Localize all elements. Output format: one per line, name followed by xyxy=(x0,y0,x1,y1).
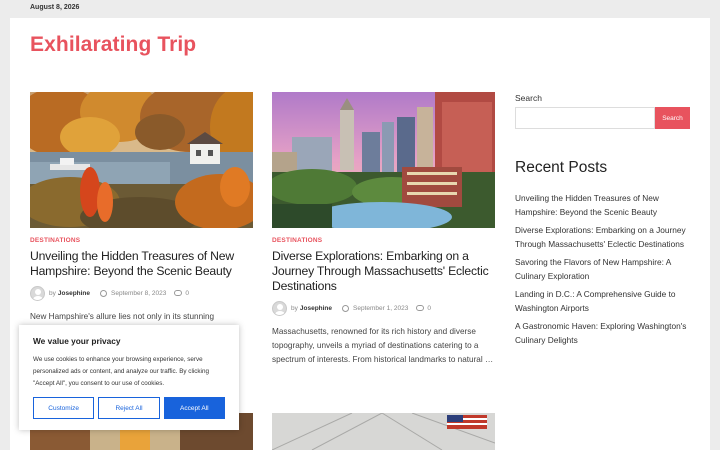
post-author[interactable]: Josephine xyxy=(58,290,90,297)
post-category[interactable]: DESTINATIONS xyxy=(272,237,495,244)
post-title[interactable]: Unveiling the Hidden Treasures of New Ha… xyxy=(30,249,253,279)
autumn-lake-image xyxy=(30,92,253,228)
current-date: August 8, 2026 xyxy=(30,4,80,11)
sidebar: Search Search Recent Posts Unveiling the… xyxy=(515,93,690,352)
recent-post-link[interactable]: Unveiling the Hidden Treasures of New Ha… xyxy=(515,192,690,219)
post-thumbnail-airport[interactable] xyxy=(272,413,495,450)
byline-prefix: by xyxy=(49,289,56,297)
search-button[interactable]: Search xyxy=(655,107,690,129)
post-excerpt: Massachusetts, renowned for its rich his… xyxy=(272,327,494,364)
recent-posts-heading: Recent Posts xyxy=(515,159,608,176)
recent-posts-list: Unveiling the Hidden Treasures of New Ha… xyxy=(515,192,690,347)
recent-post-link[interactable]: Landing in D.C.: A Comprehensive Guide t… xyxy=(515,288,690,315)
post-date[interactable]: September 8, 2023 xyxy=(111,290,166,297)
cookie-title: We value your privacy xyxy=(33,336,121,346)
post-card: DESTINATIONS Diverse Explorations: Embar… xyxy=(272,92,495,367)
avatar-icon xyxy=(30,285,45,301)
post-meta: by Josephine September 1, 2023 0 xyxy=(272,300,495,316)
search-input[interactable] xyxy=(515,107,655,129)
comment-icon xyxy=(416,305,425,311)
cookie-consent-banner: We value your privacy We use cookies to … xyxy=(19,325,239,430)
post-title[interactable]: Diverse Explorations: Embarking on a Jou… xyxy=(272,249,495,294)
airport-image xyxy=(272,413,495,450)
cookie-text: We use cookies to enhance your browsing … xyxy=(33,356,209,387)
comment-count[interactable]: 0 xyxy=(185,290,189,297)
post-author[interactable]: Josephine xyxy=(300,305,332,312)
cookie-buttons: Customize Reject All Accept All xyxy=(33,397,225,419)
post-category[interactable]: DESTINATIONS xyxy=(30,237,253,244)
search-form: Search xyxy=(515,107,690,129)
recent-post-link[interactable]: Diverse Explorations: Embarking on a Jou… xyxy=(515,224,690,251)
post-card: DESTINATIONS Unveiling the Hidden Treasu… xyxy=(30,92,253,338)
post-date[interactable]: September 1, 2023 xyxy=(353,305,408,312)
search-label: Search xyxy=(515,93,542,103)
recent-post-link[interactable]: Savoring the Flavors of New Hampshire: A… xyxy=(515,256,690,283)
reject-all-button[interactable]: Reject All xyxy=(98,397,160,419)
comment-icon xyxy=(174,290,183,296)
clock-icon xyxy=(342,304,350,312)
comment-count[interactable]: 0 xyxy=(427,305,431,312)
city-skyline-image xyxy=(272,92,495,228)
post-meta: by Josephine September 8, 2023 0 xyxy=(30,285,253,301)
post-thumbnail-autumn-lake[interactable] xyxy=(30,92,253,228)
top-bar: August 8, 2026 xyxy=(0,0,720,18)
byline-prefix: by xyxy=(291,304,298,312)
avatar-icon xyxy=(272,300,287,316)
post-thumbnail-boston-skyline[interactable] xyxy=(272,92,495,228)
recent-post-link[interactable]: A Gastronomic Haven: Exploring Washingto… xyxy=(515,320,690,347)
accept-all-button[interactable]: Accept All xyxy=(163,397,225,419)
customize-button[interactable]: Customize xyxy=(33,397,95,419)
site-title[interactable]: Exhilarating Trip xyxy=(30,33,196,57)
clock-icon xyxy=(100,289,108,297)
